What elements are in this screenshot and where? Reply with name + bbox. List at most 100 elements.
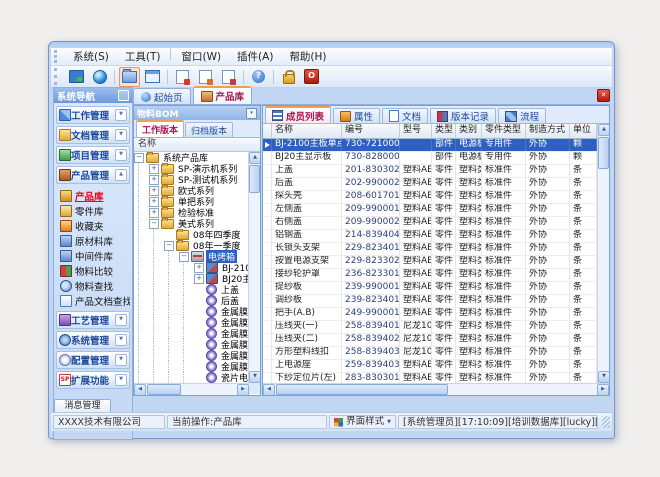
- table-horizontal-scrollbar[interactable]: ◀ ▶: [263, 383, 609, 395]
- chevron-down-icon[interactable]: ▼: [115, 109, 127, 121]
- exit-button[interactable]: O: [301, 67, 322, 87]
- sidebar-group-产品管理[interactable]: 产品管理▲: [56, 166, 130, 184]
- menu-item[interactable]: 窗口(W): [173, 48, 229, 65]
- scroll-up-icon[interactable]: ▲: [598, 124, 609, 136]
- tree-vscroll-thumb[interactable]: [249, 165, 260, 193]
- web-button[interactable]: [89, 67, 110, 87]
- scroll-right-icon[interactable]: ▶: [597, 384, 609, 396]
- table-hscroll-thumb[interactable]: [276, 384, 448, 395]
- chevron-down-icon[interactable]: ▼: [115, 334, 127, 346]
- sidebar-group-工艺管理[interactable]: 工艺管理▼: [56, 311, 130, 329]
- table-row[interactable]: 铝钢盖214-839404-01X塑料ABS零件塑料类标准件外协条: [263, 230, 597, 243]
- resize-grip[interactable]: [602, 416, 610, 428]
- open-library-button[interactable]: [119, 67, 140, 87]
- scroll-left-icon[interactable]: ◀: [134, 384, 146, 396]
- sidebar-group-项目管理[interactable]: 项目管理▼: [56, 146, 130, 164]
- table-vertical-scrollbar[interactable]: ▲ ▼: [597, 124, 609, 383]
- lock-button[interactable]: [278, 67, 299, 87]
- table-row[interactable]: BJ20主显示板730-828000-04X部件电源板专用件外协颗: [263, 152, 597, 165]
- sidebar-item-物料比较[interactable]: 物料比较: [60, 263, 130, 278]
- sidebar-group-工作管理[interactable]: 工作管理▼: [56, 106, 130, 124]
- column-header-型号[interactable]: 型号: [400, 124, 432, 138]
- table-row[interactable]: 提纱板239-990001-01X塑料ABS零件塑料类标准件外协条: [263, 282, 597, 295]
- column-header-单位[interactable]: 单位: [570, 124, 597, 138]
- table-row[interactable]: 调纱板239-823401-00X塑料ABS零件塑料类标准件外协条: [263, 295, 597, 308]
- tree-vertical-scrollbar[interactable]: ▲ ▼: [248, 152, 260, 383]
- column-header-名称[interactable]: 名称: [272, 124, 342, 138]
- tree-column-header[interactable]: 名称: [134, 138, 260, 152]
- tree-horizontal-scrollbar[interactable]: ◀ ▶: [134, 383, 249, 395]
- table-row[interactable]: 把手(A.B)249-990001-01X塑料ABS零件塑料类标准件外协条: [263, 308, 597, 321]
- window-layout-button[interactable]: [142, 67, 163, 87]
- doc-close-button[interactable]: [172, 67, 193, 87]
- menu-item[interactable]: 帮助(H): [281, 48, 334, 65]
- tab-工作版本[interactable]: 工作版本: [136, 120, 184, 137]
- tree-hscroll-thumb[interactable]: [147, 384, 181, 395]
- expand-icon[interactable]: +: [149, 164, 159, 174]
- workspace-button[interactable]: [66, 67, 87, 87]
- sidebar-item-原材料库[interactable]: 原材料库: [60, 233, 130, 248]
- ui-style-dropdown[interactable]: 界面样式 ▼: [329, 415, 396, 429]
- sidebar-item-中间件库[interactable]: 中间件库: [60, 248, 130, 263]
- tab-产品库[interactable]: 产品库: [193, 86, 253, 104]
- tree-node-瓷片电容器[interactable]: 瓷片电容器: [134, 372, 248, 383]
- column-header-编号[interactable]: 编号: [342, 124, 400, 138]
- sidebar-group-系统管理[interactable]: 系统管理▼: [56, 331, 130, 349]
- column-header-类型[interactable]: 类型: [432, 124, 456, 138]
- table-row[interactable]: 后盖202-990002-01X塑料ABS零件塑料类标准件外协条: [263, 178, 597, 191]
- menu-item[interactable]: 插件(A): [229, 48, 281, 65]
- tab-成员列表[interactable]: 成员列表: [265, 106, 331, 123]
- menubar-grip[interactable]: [54, 50, 62, 64]
- sidebar-item-产品文档查找[interactable]: 产品文档查找: [60, 293, 130, 308]
- chevron-down-icon[interactable]: ▼: [115, 374, 127, 386]
- table-row[interactable]: 接纱轮护罩236-823301-00X塑料ABS零件塑料类标准件外协条: [263, 269, 597, 282]
- table-row[interactable]: 下纱定位片(左)283-830301-00X塑料ABS零件塑料类标准件外协条: [263, 373, 597, 383]
- column-header-类别[interactable]: 类别: [456, 124, 482, 138]
- scroll-down-icon[interactable]: ▼: [598, 371, 609, 383]
- chevron-up-icon[interactable]: ▲: [115, 169, 127, 181]
- table-row[interactable]: 左侧盖209-990001-01X塑料ABS零件塑料类标准件外协条: [263, 204, 597, 217]
- sidebar-item-收藏夹[interactable]: 收藏夹: [60, 218, 130, 233]
- expand-icon[interactable]: +: [194, 274, 204, 284]
- collapse-icon[interactable]: −: [164, 241, 174, 251]
- collapse-icon[interactable]: −: [179, 252, 189, 262]
- table-row[interactable]: 压线夹(一)258-839401-00X尼龙1010零件塑料类标准件外协条: [263, 321, 597, 334]
- sidebar-group-配置管理[interactable]: 配置管理▼: [56, 351, 130, 369]
- expand-icon[interactable]: +: [194, 263, 204, 273]
- tab-起始页[interactable]: 起始页: [133, 88, 191, 104]
- table-row[interactable]: 压线夹(二)258-839402-00X尼龙1010零件塑料类标准件外协条: [263, 334, 597, 347]
- doc-export-button[interactable]: [218, 67, 239, 87]
- table-row[interactable]: 上盖201-830302-00X塑料ABS零件塑料类标准件外协条: [263, 165, 597, 178]
- sidebar-group-扩展功能[interactable]: SP扩展功能▼: [56, 371, 130, 389]
- table-row[interactable]: 上电源座259-839403-00X塑料ABS零件塑料类标准件外协条: [263, 360, 597, 373]
- chevron-down-icon[interactable]: ▼: [115, 129, 127, 141]
- table-row[interactable]: 长锁头支架229-823401-00X塑料ABS零件塑料类标准件外协条: [263, 243, 597, 256]
- column-header-零件类型[interactable]: 零件类型: [482, 124, 526, 138]
- tab-属性[interactable]: 属性: [333, 108, 380, 123]
- scroll-left-icon[interactable]: ◀: [263, 384, 275, 396]
- sidebar-item-零件库[interactable]: 零件库: [60, 203, 130, 218]
- scroll-up-icon[interactable]: ▲: [249, 152, 260, 164]
- tab-文档[interactable]: 文档: [382, 108, 428, 123]
- doc-import-button[interactable]: [195, 67, 216, 87]
- sidebar-group-文档管理[interactable]: 文档管理▼: [56, 126, 130, 144]
- expand-icon[interactable]: +: [149, 175, 159, 185]
- scroll-right-icon[interactable]: ▶: [237, 384, 249, 396]
- chevron-down-icon[interactable]: ▼: [115, 149, 127, 161]
- chevron-down-icon[interactable]: ▼: [115, 354, 127, 366]
- expand-icon[interactable]: +: [149, 208, 159, 218]
- tab-流程[interactable]: 流程: [498, 108, 546, 123]
- help-button[interactable]: ?: [248, 67, 269, 87]
- toolbar-grip[interactable]: [54, 68, 62, 85]
- sidebar-collapse-button[interactable]: [118, 90, 129, 101]
- table-row[interactable]: 按置电源支架229-823302-00X塑料ABS零件塑料类标准件外协条: [263, 256, 597, 269]
- scroll-down-icon[interactable]: ▼: [249, 371, 260, 383]
- expand-icon[interactable]: +: [149, 186, 159, 196]
- tab-归档版本[interactable]: 归档版本: [185, 122, 233, 137]
- sidebar-item-产品库[interactable]: 产品库: [60, 188, 130, 203]
- table-row[interactable]: 探头壳208-601701-01X塑料ABS零件塑料类标准件外协条: [263, 191, 597, 204]
- table-row[interactable]: 方形塑料线扣258-839403-00X尼龙1010零件塑料类标准件外协条: [263, 347, 597, 360]
- table-vscroll-thumb[interactable]: [598, 137, 609, 169]
- expand-icon[interactable]: +: [149, 197, 159, 207]
- sidebar-item-物料查找[interactable]: 物料查找: [60, 278, 130, 293]
